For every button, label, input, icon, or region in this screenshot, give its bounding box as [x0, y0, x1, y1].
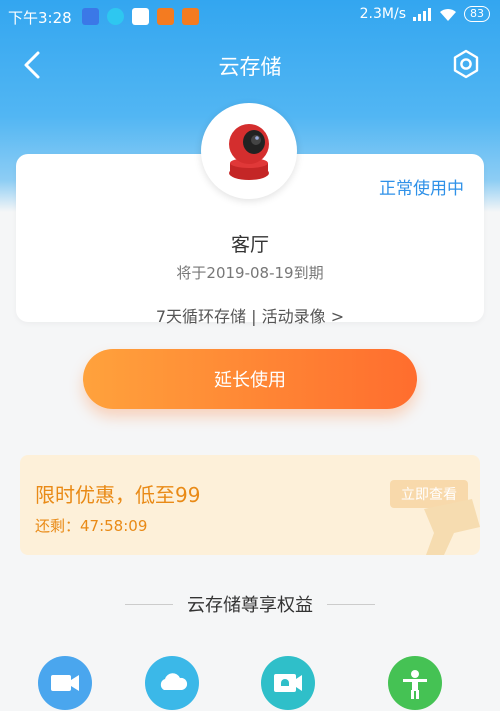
- camera-icon: [229, 124, 269, 180]
- signal-icon: [413, 8, 431, 21]
- device-name: 客厅: [230, 234, 269, 256]
- benefit-alarm-video[interactable]: [261, 656, 315, 710]
- alarm-video-icon: [274, 674, 302, 692]
- promo-title: 限时优惠，低至99: [35, 483, 201, 507]
- page-title: 云存储: [218, 55, 282, 79]
- divider-line: [125, 603, 173, 605]
- app-notification-icon: [157, 8, 174, 25]
- app-notification-icon: [182, 8, 199, 25]
- wifi-icon: [440, 8, 456, 21]
- benefits-title: 云存储尊享权益: [187, 595, 313, 616]
- settings-button[interactable]: [450, 48, 482, 80]
- network-speed: 2.3M/s: [359, 6, 406, 22]
- cloud-drive-icon: [160, 673, 188, 690]
- benefit-cloud-video[interactable]: [38, 656, 92, 710]
- benefit-cloud-drive[interactable]: [145, 656, 199, 710]
- status-bar: 下午3:28 2.3M/s 83: [0, 0, 500, 34]
- battery-indicator: 83: [464, 6, 490, 22]
- expiry-date: 将于2019-08-19到期: [176, 264, 324, 282]
- app-notification-icon: [107, 8, 124, 25]
- gear-icon: [453, 49, 479, 79]
- status-time: 下午3:28: [8, 9, 72, 27]
- divider-line: [327, 603, 375, 605]
- camera-decoration-icon: [424, 499, 480, 555]
- navigation-bar: 云存储: [0, 34, 500, 96]
- cloud-video-icon: [51, 675, 79, 691]
- benefit-person-activity[interactable]: [388, 656, 442, 710]
- person-activity-icon: [403, 670, 427, 699]
- promo-countdown: 还剩：47:58:09: [35, 517, 148, 535]
- promo-banner[interactable]: 限时优惠，低至99 还剩：47:58:09 立即查看: [20, 455, 480, 555]
- app-notification-icon: [132, 8, 149, 25]
- plan-details-link[interactable]: 7天循环存储 | 活动录像 >: [16, 303, 484, 327]
- extend-use-button[interactable]: 延长使用: [83, 349, 417, 409]
- app-notification-icon: [82, 8, 99, 25]
- camera-avatar: [201, 103, 297, 199]
- benefits-heading: 云存储尊享权益: [0, 591, 500, 617]
- service-status: 正常使用中: [379, 179, 464, 199]
